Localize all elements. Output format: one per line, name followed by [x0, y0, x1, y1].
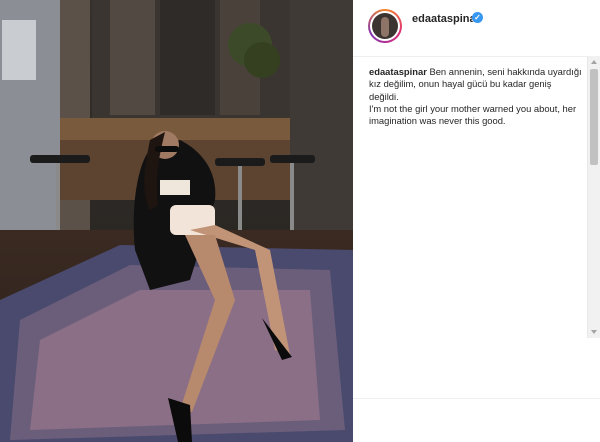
caption-text-english: I'm not the girl your mother warned you … — [369, 102, 577, 127]
scroll-down-icon[interactable] — [591, 330, 597, 334]
scroll-thumb[interactable] — [590, 69, 598, 165]
avatar-image — [372, 13, 398, 39]
username-link[interactable]: edaataspinar — [412, 13, 480, 25]
post-caption: edaataspinar Ben annenin, seni hakkında … — [369, 66, 583, 127]
caption-scrollbar[interactable] — [587, 56, 600, 338]
caption-username[interactable]: edaataspinar — [369, 66, 427, 77]
scroll-up-icon[interactable] — [591, 60, 597, 64]
profile-avatar[interactable] — [368, 9, 402, 43]
post-sidebar: edaataspinar ✓ edaataspinar Ben annenin,… — [353, 0, 600, 442]
divider — [353, 398, 600, 399]
post-photo[interactable] — [0, 0, 353, 442]
post-image — [0, 0, 353, 442]
verified-badge-icon: ✓ — [472, 12, 483, 23]
post-header: edaataspinar ✓ — [353, 0, 600, 57]
